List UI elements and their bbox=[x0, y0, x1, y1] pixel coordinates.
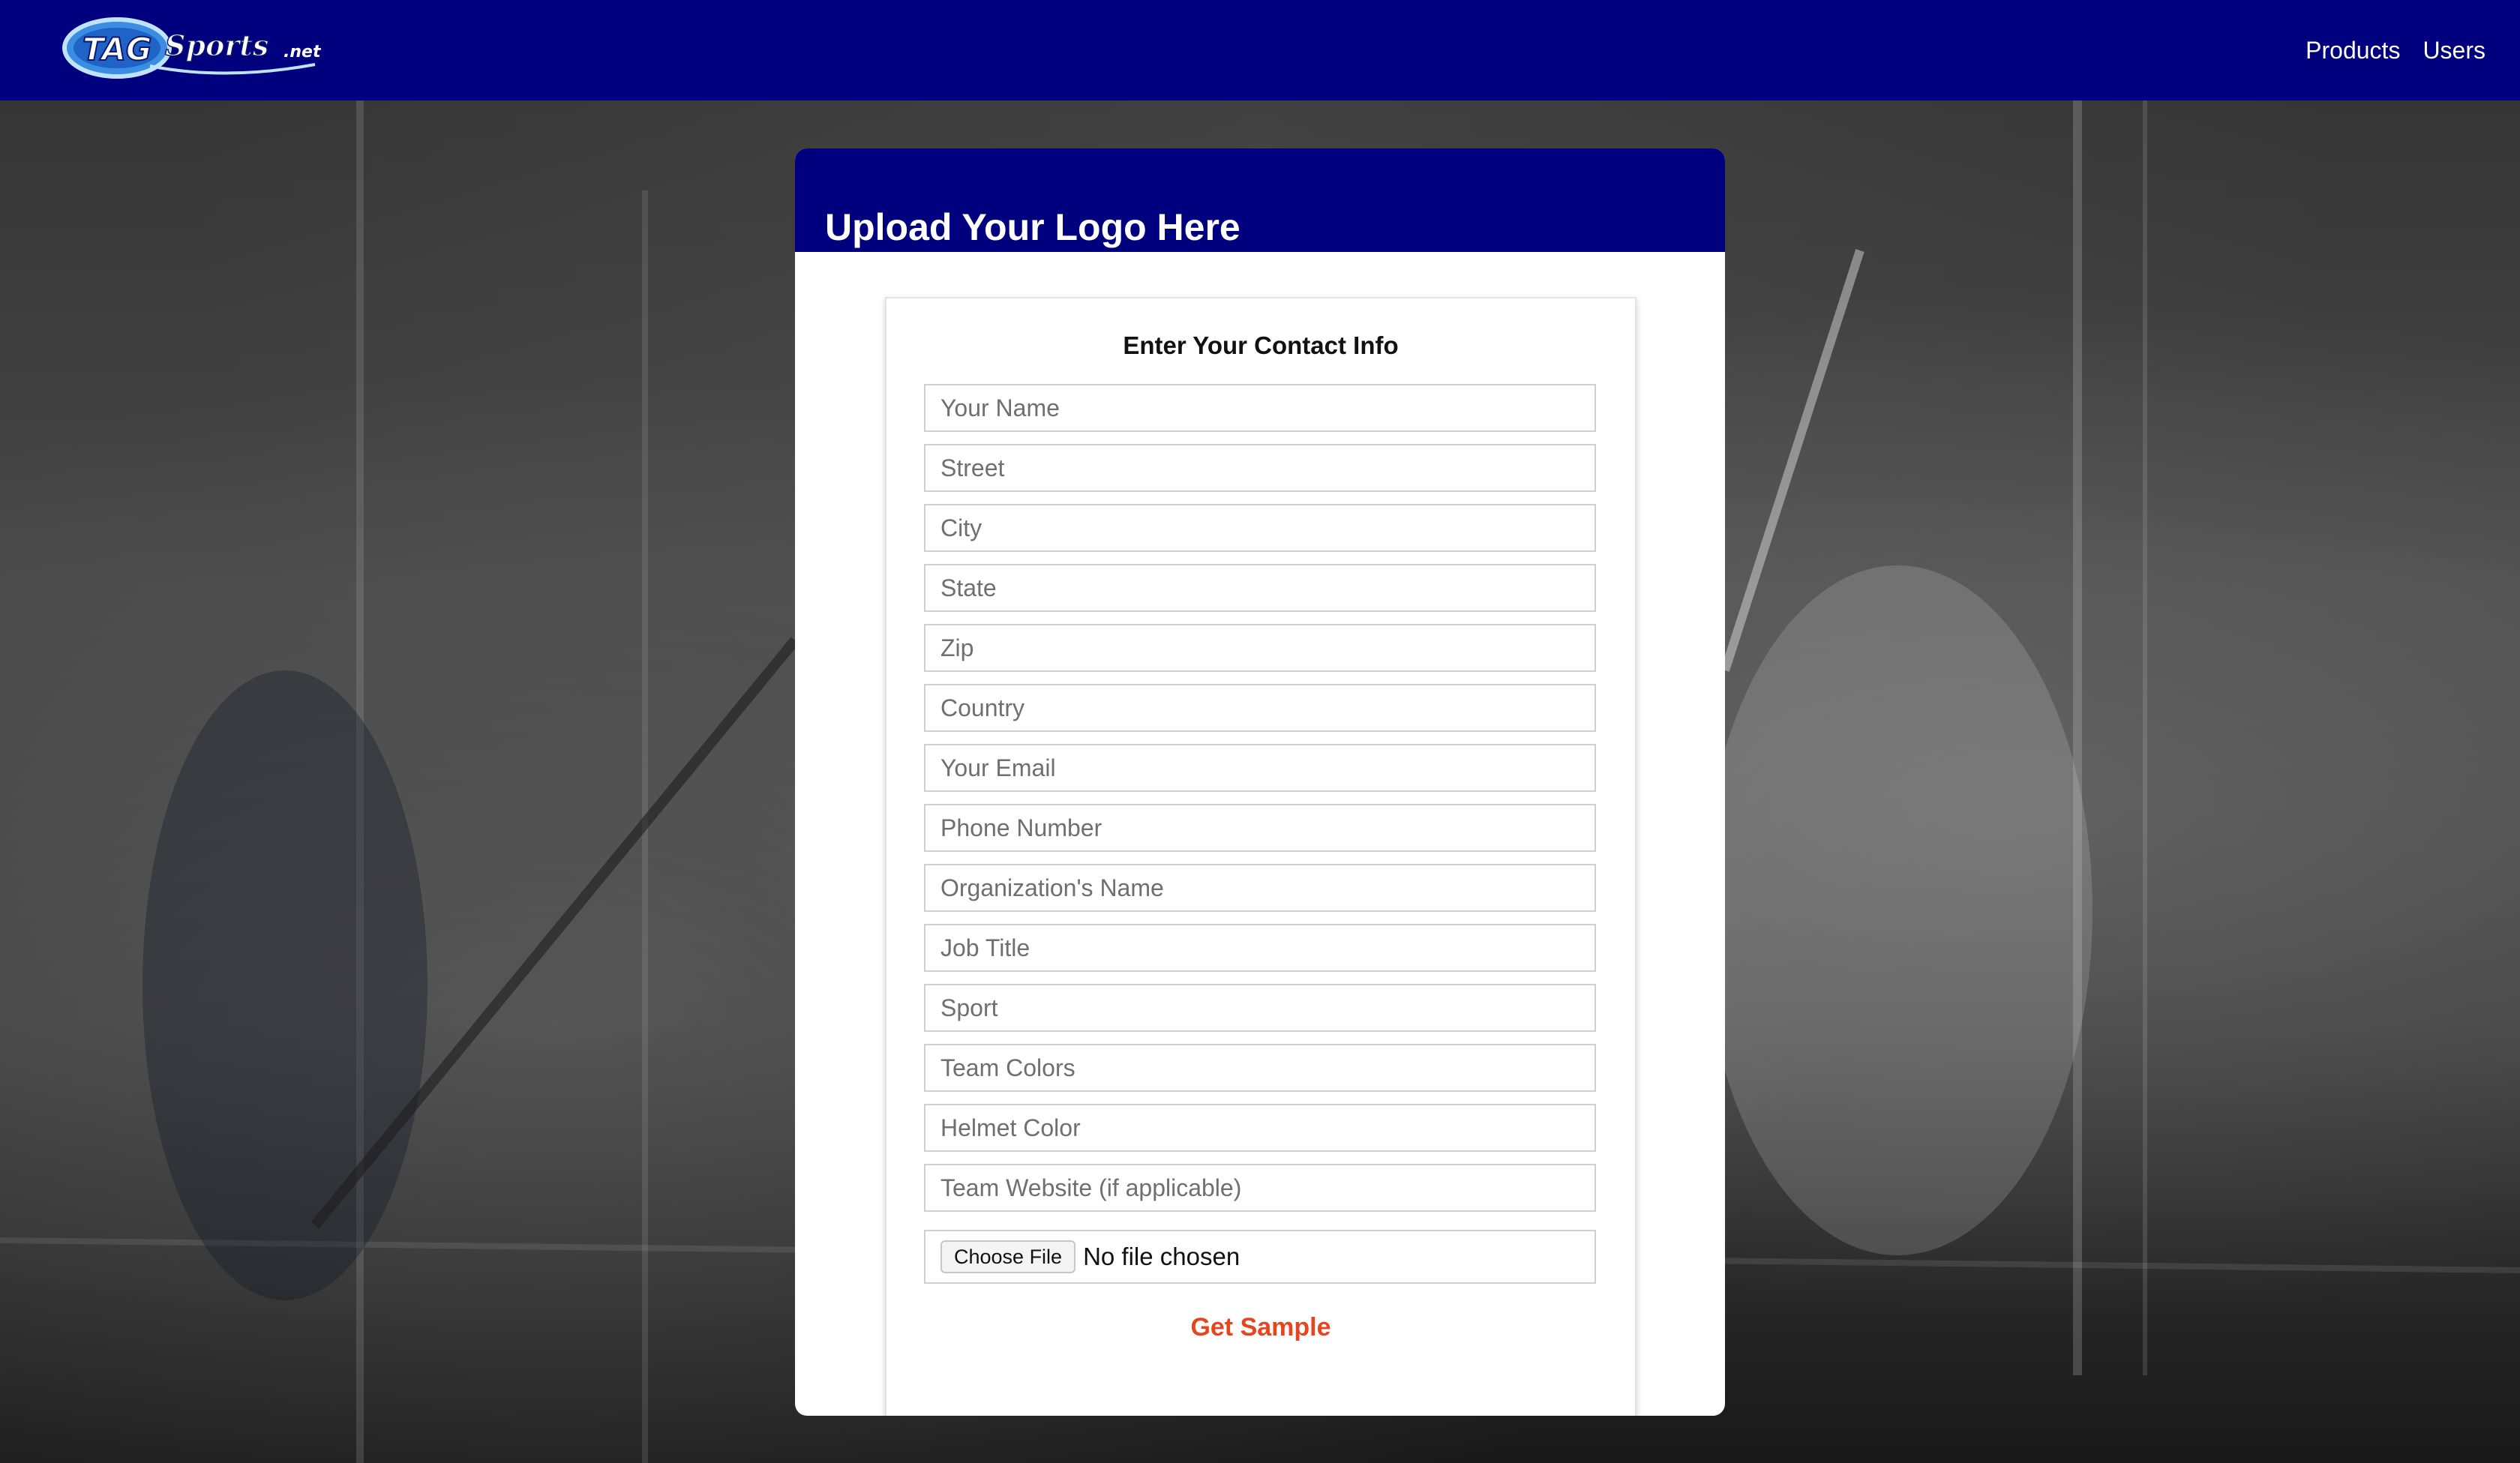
file-status-text: No file chosen bbox=[1083, 1243, 1240, 1270]
state-field[interactable] bbox=[924, 564, 1596, 612]
city-field[interactable] bbox=[924, 504, 1596, 552]
top-navbar: TAG Sports .net Products Users bbox=[0, 0, 2520, 100]
form-heading: Enter Your Contact Info bbox=[1123, 331, 1399, 359]
tagsports-logo-graphic: TAG Sports .net bbox=[62, 17, 322, 79]
site-logo[interactable]: TAG Sports .net bbox=[60, 12, 338, 84]
country-field[interactable] bbox=[924, 684, 1596, 732]
team-colors-field[interactable] bbox=[924, 1044, 1596, 1092]
helmet-color-field[interactable] bbox=[924, 1104, 1596, 1152]
phone-field[interactable] bbox=[924, 804, 1596, 852]
get-sample-button[interactable]: Get Sample bbox=[886, 1303, 1635, 1351]
nav-link-users[interactable]: Users bbox=[2422, 37, 2486, 64]
contact-form: Enter Your Contact Info Choose File No f… bbox=[885, 297, 1636, 1416]
upload-card: Upload Your Logo Here Enter Your Contact… bbox=[795, 148, 1725, 1416]
nav-links: Products Users bbox=[2306, 0, 2486, 100]
street-field[interactable] bbox=[924, 444, 1596, 492]
email-field[interactable] bbox=[924, 744, 1596, 792]
nav-link-products[interactable]: Products bbox=[2306, 37, 2400, 64]
logo-file-input[interactable]: Choose File No file chosen bbox=[924, 1230, 1596, 1284]
choose-file-button[interactable]: Choose File bbox=[940, 1240, 1076, 1273]
name-field[interactable] bbox=[924, 384, 1596, 432]
organization-field[interactable] bbox=[924, 864, 1596, 912]
svg-text:Sports: Sports bbox=[165, 28, 268, 62]
job-title-field[interactable] bbox=[924, 924, 1596, 972]
card-header: Upload Your Logo Here bbox=[795, 148, 1725, 252]
sport-field[interactable] bbox=[924, 984, 1596, 1032]
zip-field[interactable] bbox=[924, 624, 1596, 672]
page-title: Upload Your Logo Here bbox=[825, 206, 1240, 248]
svg-text:.net: .net bbox=[284, 43, 322, 61]
svg-text:TAG: TAG bbox=[82, 31, 152, 67]
team-website-field[interactable] bbox=[924, 1164, 1596, 1212]
